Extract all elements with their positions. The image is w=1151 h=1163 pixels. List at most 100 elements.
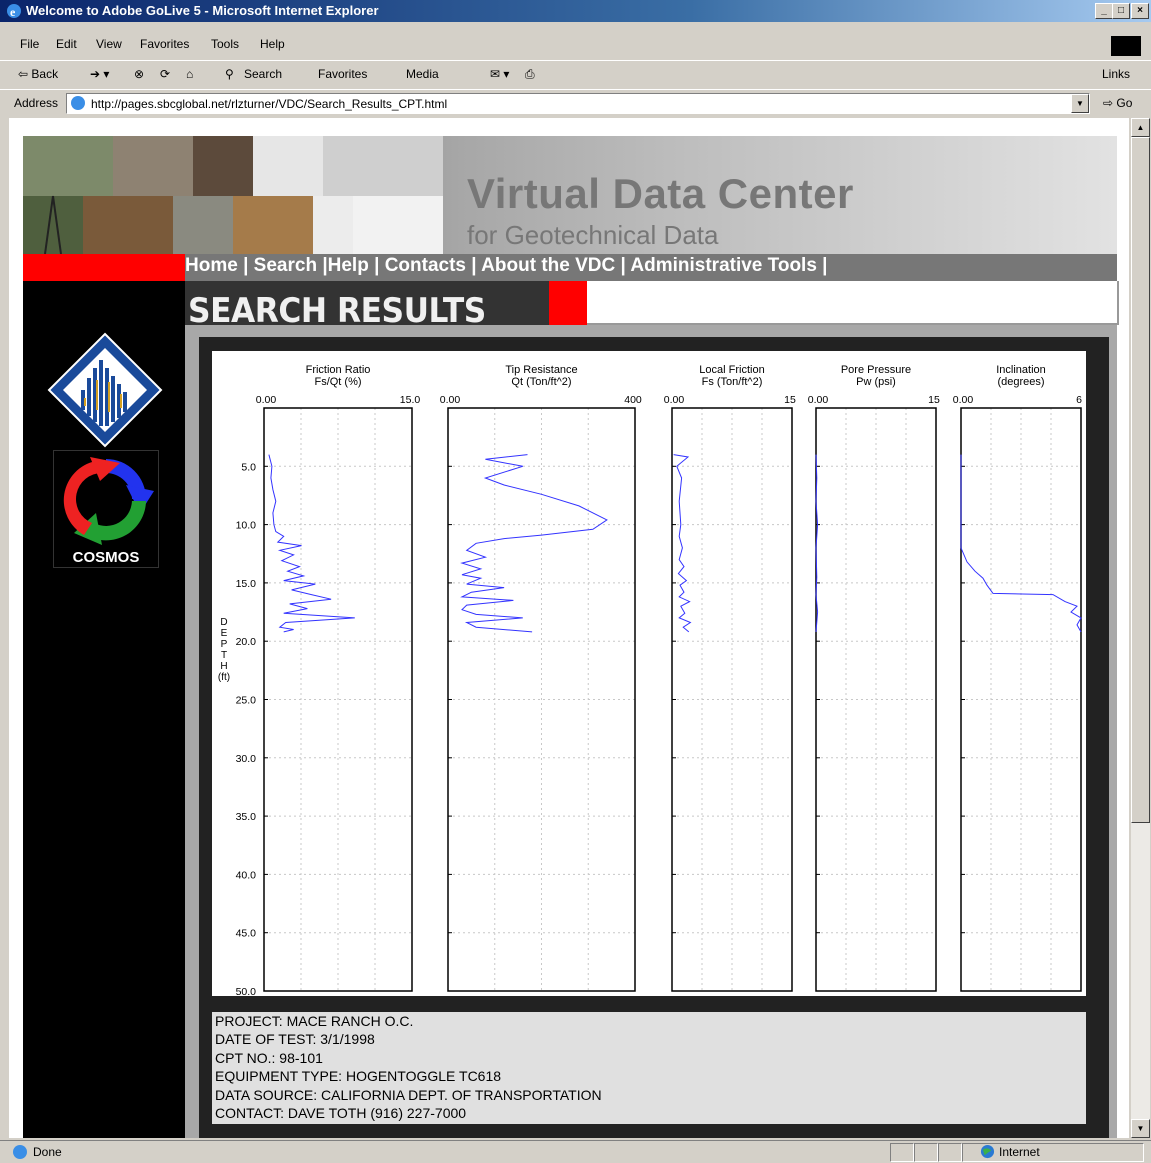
- address-bar: Address http://pages.sbcglobal.net/rlztu…: [0, 89, 1151, 116]
- panel-title: Pore Pressure: [841, 364, 911, 376]
- info-project: PROJECT: MACE RANCH O.C.: [215, 1013, 414, 1029]
- scroll-down-icon[interactable]: ▼: [1131, 1119, 1150, 1138]
- scroll-thumb[interactable]: [1131, 137, 1150, 823]
- info-contact: CONTACT: DAVE TOTH (916) 227-7000: [215, 1105, 467, 1122]
- menu-favorites[interactable]: Favorites: [140, 37, 189, 51]
- scroll-up-icon[interactable]: ▲: [1131, 118, 1150, 137]
- menu-bar: File Edit View Favorites Tools Help: [0, 33, 1151, 57]
- nav-contacts[interactable]: Contacts |: [385, 255, 477, 276]
- search-button[interactable]: Search: [244, 67, 282, 81]
- home-icon[interactable]: ⌂: [186, 67, 193, 81]
- back-button[interactable]: ⇦ Back: [18, 67, 58, 81]
- depth-tick-label: 10.0: [236, 520, 257, 532]
- menu-tools[interactable]: Tools: [211, 37, 239, 51]
- panel-units: Fs/Qt (%): [314, 376, 361, 388]
- test-info: PROJECT: MACE RANCH O.C. DATE OF TEST: 3…: [212, 1012, 1086, 1124]
- window-title: Welcome to Adobe GoLive 5 - Microsoft In…: [26, 3, 379, 18]
- media-button[interactable]: Media: [406, 67, 439, 81]
- status-bar: Done Internet: [0, 1140, 1151, 1163]
- panel-title: Tip Resistance: [505, 364, 577, 376]
- x-min-label: 0.00: [808, 394, 829, 406]
- nav-about[interactable]: About the VDC |: [481, 255, 626, 276]
- links-button[interactable]: Links: [1102, 67, 1130, 81]
- nav-search[interactable]: Search |: [254, 255, 328, 276]
- address-url: http://pages.sbcglobal.net/rlzturner/VDC…: [91, 97, 448, 111]
- menu-file[interactable]: File: [20, 37, 39, 51]
- nav-home[interactable]: Home |: [185, 255, 248, 276]
- search-icon[interactable]: ⚲: [225, 67, 234, 81]
- depth-axis-label: E: [221, 628, 228, 639]
- panel-units: Fs (Ton/ft^2): [702, 376, 763, 388]
- depth-tick-label: 40.0: [236, 869, 257, 881]
- minimize-button[interactable]: _: [1095, 3, 1113, 19]
- x-max-label: 15: [928, 394, 940, 406]
- depth-tick-label: 20.0: [236, 636, 257, 648]
- vdc-banner: Virtual Data Center for Geotechnical Dat…: [23, 136, 1117, 254]
- print-icon[interactable]: ⎙: [525, 67, 535, 82]
- info-date: DATE OF TEST: 3/1/1998: [215, 1031, 375, 1048]
- address-dropdown-icon[interactable]: ▼: [1071, 94, 1089, 113]
- close-button[interactable]: ×: [1131, 3, 1149, 19]
- status-cell: [890, 1143, 914, 1162]
- panel-units: Qt (Ton/ft^2): [511, 376, 571, 388]
- title-bar: e Welcome to Adobe GoLive 5 - Microsoft …: [0, 0, 1151, 22]
- refresh-icon[interactable]: ⟳: [160, 67, 170, 81]
- page-done-icon: [13, 1145, 27, 1159]
- mail-icon[interactable]: ✉ ▾: [490, 67, 509, 81]
- photo-collage: [23, 136, 443, 254]
- cosmos-label: COSMOS: [72, 549, 140, 566]
- forward-icon[interactable]: ➔ ▾: [90, 67, 109, 81]
- windows-flag-icon: [1111, 36, 1141, 56]
- nav-help[interactable]: Help |: [328, 255, 380, 276]
- x-max-label: 6: [1076, 394, 1082, 406]
- address-label: Address: [14, 96, 59, 110]
- maximize-button[interactable]: □: [1112, 3, 1130, 19]
- site-nav: Home | Search |Help | Contacts | About t…: [185, 254, 1117, 281]
- page-icon: [71, 96, 85, 110]
- info-equipment: EQUIPMENT TYPE: HOGENTOGGLE TC618: [215, 1068, 502, 1085]
- menu-edit[interactable]: Edit: [56, 37, 77, 51]
- x-max-label: 400: [624, 394, 642, 406]
- depth-tick-label: 45.0: [236, 928, 257, 940]
- menu-help[interactable]: Help: [260, 37, 285, 51]
- x-min-label: 0.00: [953, 394, 974, 406]
- depth-axis-label: D: [220, 617, 227, 628]
- site-subtitle: for Geotechnical Data: [467, 220, 719, 250]
- status-cell: [914, 1143, 938, 1162]
- section-header: SEARCH RESULTS: [185, 281, 1119, 331]
- x-max-label: 15: [784, 394, 796, 406]
- favorites-button[interactable]: Favorites: [318, 67, 367, 81]
- page-viewport: Virtual Data Center for Geotechnical Dat…: [9, 118, 1129, 1138]
- depth-tick-label: 25.0: [236, 695, 257, 707]
- peer-logo-icon[interactable]: [47, 332, 163, 448]
- address-input[interactable]: http://pages.sbcglobal.net/rlzturner/VDC…: [66, 93, 1090, 114]
- depth-axis-label: (ft): [218, 672, 230, 683]
- panel-title: Friction Ratio: [306, 364, 371, 376]
- x-max-label: 15.0: [400, 394, 421, 406]
- panel-title: Inclination: [996, 364, 1046, 376]
- stop-icon[interactable]: ⊗: [134, 67, 144, 81]
- menu-view[interactable]: View: [96, 37, 122, 51]
- depth-axis-label: H: [220, 661, 227, 672]
- cosmos-arrows-icon: [63, 457, 154, 545]
- ie-logo-icon: e: [7, 4, 21, 19]
- cpt-chart: Friction RatioFs/Qt (%) 0.00 15.0 Tip Resis…: [218, 364, 1082, 998]
- go-button[interactable]: ⇨ Go: [1103, 96, 1132, 110]
- vertical-scrollbar[interactable]: ▲ ▼: [1131, 118, 1150, 1138]
- nav-admin-tools[interactable]: Administrative Tools |: [630, 255, 827, 276]
- info-cpt-no: CPT NO.: 98-101: [215, 1049, 323, 1066]
- svg-text:e: e: [10, 5, 16, 19]
- depth-axis-label: T: [221, 650, 227, 661]
- panel-units: (degrees): [997, 376, 1044, 388]
- x-min-label: 0.00: [664, 394, 685, 406]
- info-source: DATA SOURCE: CALIFORNIA DEPT. OF TRANSPO…: [215, 1086, 602, 1103]
- depth-axis-label: P: [221, 639, 228, 650]
- depth-tick-label: 50.0: [236, 986, 257, 996]
- site-title: Virtual Data Center: [467, 170, 854, 217]
- section-rule: [587, 281, 1119, 325]
- panel-title: Local Friction: [699, 364, 764, 376]
- x-min-label: 0.00: [440, 394, 461, 406]
- red-strip: [23, 254, 185, 281]
- cosmos-logo[interactable]: COSMOS: [53, 450, 159, 568]
- depth-tick-label: 5.0: [241, 461, 256, 473]
